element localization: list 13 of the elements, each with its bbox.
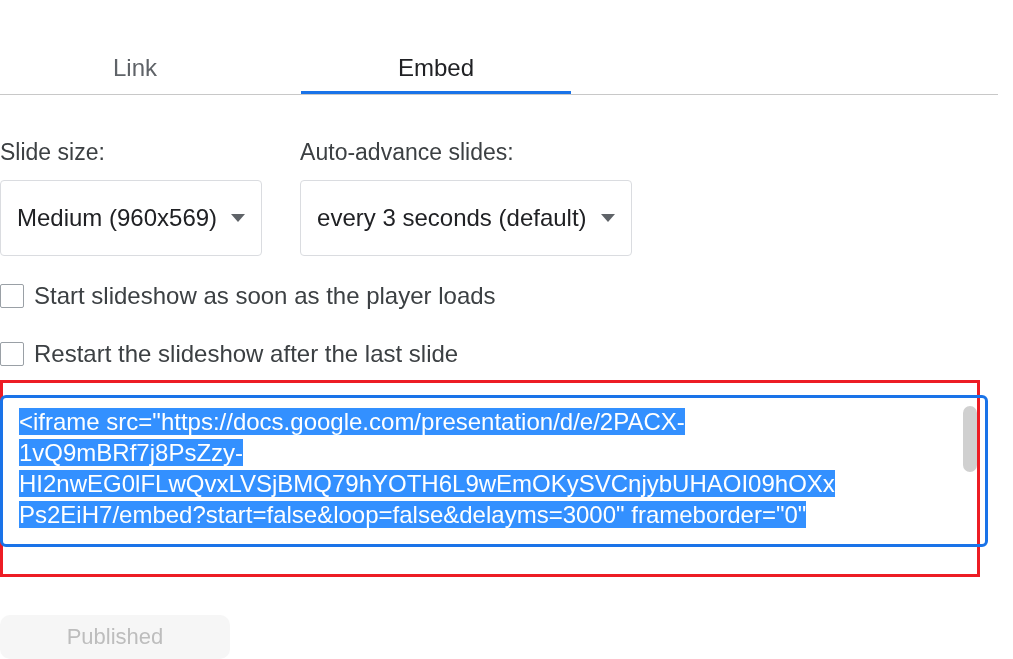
caret-icon: [231, 214, 246, 222]
field-label: Auto-advance slides:: [300, 139, 515, 166]
auto-advance-dropdown[interactable]: every 3 seconds (default): [300, 180, 632, 256]
caret-icon: [600, 214, 615, 222]
checkbox-label: Start slideshow as soon as the player loads: [34, 282, 496, 310]
checkbox-label: Restart the slideshow after the last slide: [34, 340, 459, 368]
tab[interactable]: Link: [0, 44, 270, 94]
slide-size-dropdown[interactable]: Medium (960x569): [0, 180, 263, 256]
checkbox[interactable]: [0, 342, 24, 366]
field-label: Slide size:: [0, 139, 106, 166]
scrollbar-thumb[interactable]: [963, 406, 977, 472]
checkbox[interactable]: [0, 284, 24, 308]
tab[interactable]: Embed: [301, 44, 571, 94]
